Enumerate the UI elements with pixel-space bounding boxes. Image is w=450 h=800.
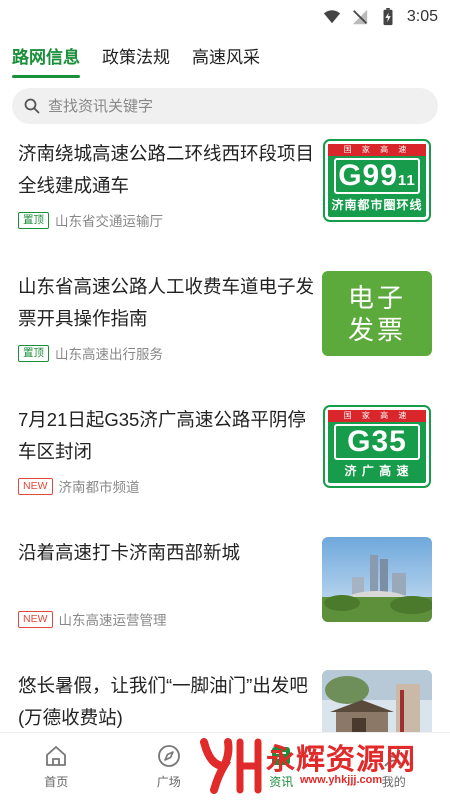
highway-sign-image: 国 家 高 速 G35 济 广 高 速	[323, 405, 431, 488]
sign-code: G35	[334, 424, 420, 460]
news-item[interactable]: 7月21日起G35济广高速公路平阴停车区封闭 NEW 济南都市频道 国 家 高 …	[0, 394, 450, 504]
user-icon	[384, 746, 404, 767]
home-icon	[46, 746, 67, 766]
news-item[interactable]: 济南绕城高速公路二环线西环段项目全线建成通车 置顶 山东省交通运输厅 国 家 高…	[0, 128, 450, 238]
news-title: 济南绕城高速公路二环线西环段项目全线建成通车	[18, 143, 315, 196]
news-title: 山东省高速公路人工收费车道电子发票开具操作指南	[18, 276, 315, 329]
battery-charging-icon	[383, 8, 393, 26]
news-meta: NEW 济南都市频道	[18, 476, 140, 496]
category-tabs: 路网信息 政策法规 高速风采	[0, 34, 450, 80]
compass-icon	[157, 745, 180, 767]
news-source: 山东省交通运输厅	[55, 214, 163, 229]
nav-square-label: 广场	[156, 775, 181, 789]
nav-home[interactable]: 首页	[0, 733, 113, 800]
news-title: 悠长暑假，让我们“一脚油门”出发吧(万德收费站)	[18, 675, 308, 728]
tab-road-info[interactable]: 路网信息	[12, 43, 80, 78]
nav-mine-label: 我的	[381, 775, 406, 789]
nav-news[interactable]: 资讯	[225, 733, 338, 800]
nav-news-label: 资讯	[269, 775, 294, 789]
news-item[interactable]: 山东省高速公路人工收费车道电子发票开具操作指南 置顶 山东高速出行服务 电子 发票	[0, 261, 450, 371]
news-thumbnail: 国 家 高 速 G35 济 广 高 速	[322, 404, 432, 489]
sign-header: 国 家 高 速	[328, 144, 426, 156]
news-meta: 置顶 山东高速出行服务	[18, 343, 163, 363]
wifi-icon	[323, 10, 340, 24]
news-meta: NEW 山东高速运营管理	[18, 609, 167, 629]
nav-mine[interactable]: 我的	[338, 733, 450, 800]
e-invoice-image: 电子 发票	[322, 271, 432, 356]
new-badge: NEW	[18, 477, 53, 495]
highway-sign-image: 国 家 高 速 G9911 济南都市圈环线	[323, 139, 431, 222]
status-time: 3:05	[406, 8, 438, 25]
news-icon	[272, 747, 291, 765]
no-signal-icon	[352, 9, 368, 25]
sign-header: 国 家 高 速	[328, 410, 426, 422]
news-title: 7月21日起G35济广高速公路平阴停车区封闭	[18, 409, 306, 462]
nav-home-label: 首页	[44, 775, 69, 789]
city-photo	[322, 537, 432, 622]
sign-name: 济南都市圈环线	[331, 198, 423, 212]
sign-code: G9911	[334, 158, 420, 194]
pinned-badge: 置顶	[18, 211, 49, 229]
search-input[interactable]	[48, 97, 408, 115]
pinned-badge: 置顶	[18, 344, 49, 362]
news-source: 山东高速出行服务	[55, 347, 163, 362]
news-source: 山东高速运营管理	[58, 613, 167, 628]
tab-highway-style[interactable]: 高速风采	[192, 43, 260, 72]
news-item[interactable]: 沿着高速打卡济南西部新城 NEW 山东高速运营管理	[0, 527, 450, 637]
news-title: 沿着高速打卡济南西部新城	[18, 542, 241, 563]
news-meta: 置顶 山东省交通运输厅	[18, 210, 163, 230]
search-icon	[24, 98, 40, 114]
status-bar: 3:05	[0, 0, 450, 34]
news-thumbnail: 国 家 高 速 G9911 济南都市圈环线	[322, 138, 432, 223]
bottom-nav: 首页 广场 资讯 我的	[0, 732, 450, 800]
search-bar[interactable]	[12, 88, 438, 124]
news-source: 济南都市频道	[58, 480, 140, 495]
tab-policy[interactable]: 政策法规	[102, 43, 170, 72]
new-badge: NEW	[18, 610, 53, 628]
city-skyline-icon	[322, 537, 432, 622]
sign-name: 济 广 高 速	[344, 464, 410, 478]
nav-square[interactable]: 广场	[113, 733, 226, 800]
